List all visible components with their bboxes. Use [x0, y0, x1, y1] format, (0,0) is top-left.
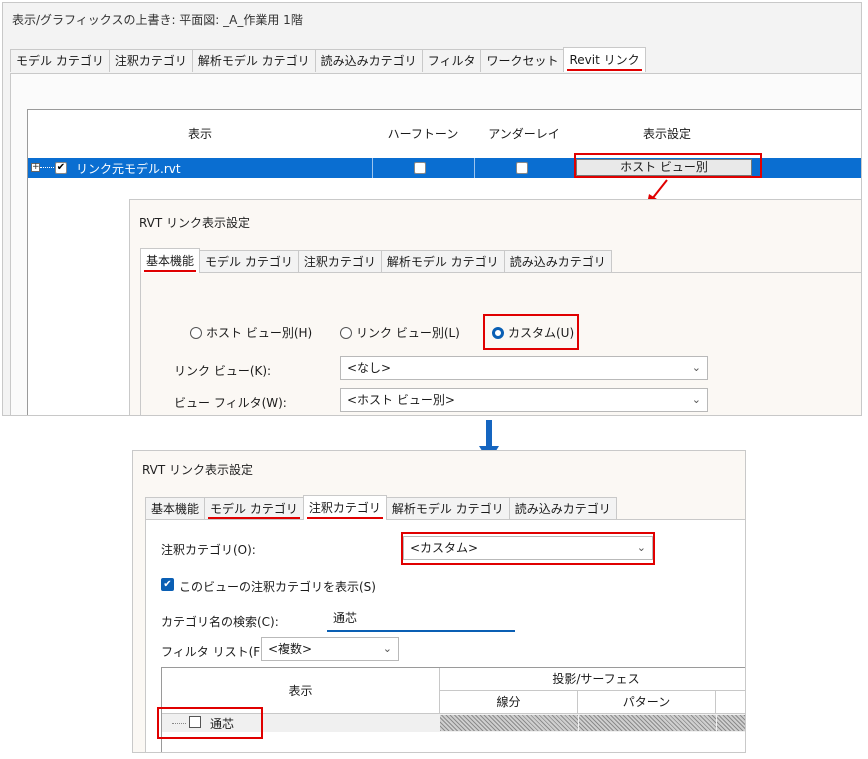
- link-visible-checkbox[interactable]: ✔: [55, 162, 67, 174]
- col-header-display: 表示: [28, 110, 373, 159]
- display-setting-button[interactable]: ホスト ビュー別: [576, 159, 752, 176]
- col-header-halftone: ハーフトーン: [372, 110, 475, 159]
- radio-circle-icon: [190, 327, 202, 339]
- annotation-grid: 表示 投影/サーフェス 線分 パターン 通芯: [161, 667, 745, 752]
- radio-custom[interactable]: カスタム(U): [492, 324, 574, 341]
- col-header-display-setting: 表示設定: [574, 110, 761, 159]
- dialog-tab-strip: 基本機能 モデル カテゴリ 注釈カテゴリ 解析モデル カテゴリ 読み込みカテゴリ: [145, 495, 617, 520]
- show-annotation-checkbox[interactable]: ✔: [161, 578, 174, 591]
- tab-model-category[interactable]: モデル カテゴリ: [204, 497, 304, 520]
- radio-circle-icon: [340, 327, 352, 339]
- show-annotation-label: このビューの注釈カテゴリを表示(S): [179, 580, 376, 594]
- radio-selected-icon: [492, 327, 504, 339]
- radio-linked-view[interactable]: リンク ビュー別(L): [340, 324, 460, 341]
- tab-analytical-model-category[interactable]: 解析モデル カテゴリ: [385, 497, 510, 520]
- table-row[interactable]: + ✔ リンク元モデル.rvt ホスト ビュー別: [28, 158, 861, 178]
- col-header-lines: 線分: [440, 691, 578, 714]
- rvt-link-dialog-annotation: RVT リンク表示設定 基本機能 モデル カテゴリ 注釈カテゴリ 解析モデル カ…: [132, 450, 746, 753]
- search-label: カテゴリ名の検索(C):: [161, 615, 279, 629]
- grid-line-visible-checkbox[interactable]: [189, 716, 201, 728]
- link-view-label: リンク ビュー(K):: [174, 364, 272, 378]
- dialog-title: RVT リンク表示設定: [139, 216, 251, 230]
- tab-model-category[interactable]: モデル カテゴリ: [199, 250, 299, 273]
- chevron-down-icon: ⌄: [382, 642, 392, 655]
- chevron-down-icon: ⌄: [636, 541, 646, 554]
- col-header-patterns: パターン: [578, 691, 716, 714]
- halftone-checkbox[interactable]: [414, 162, 426, 174]
- link-file-name: リンク元モデル.rvt: [76, 162, 181, 176]
- annotation-category-select[interactable]: <カスタム> ⌄: [403, 536, 653, 560]
- tab-revit-links[interactable]: Revit リンク: [563, 47, 646, 72]
- col-header-display: 表示: [162, 668, 440, 714]
- tab-imported-category[interactable]: 読み込みカテゴリ: [508, 497, 617, 520]
- underlay-checkbox[interactable]: [516, 162, 528, 174]
- view-filter-select[interactable]: <ホスト ビュー別> ⌄: [340, 388, 708, 412]
- tab-filters[interactable]: フィルタ: [421, 49, 482, 72]
- table-row[interactable]: 通芯: [162, 714, 745, 732]
- tab-basic[interactable]: 基本機能: [140, 248, 201, 273]
- filter-list-select[interactable]: <複数> ⌄: [261, 637, 399, 661]
- tab-analytical-model-category[interactable]: 解析モデル カテゴリ: [380, 250, 505, 273]
- dialog-tab-strip: 基本機能 モデル カテゴリ 注釈カテゴリ 解析モデル カテゴリ 読み込みカテゴリ: [140, 248, 612, 273]
- row-label: 通芯: [210, 717, 235, 731]
- tree-connector: [40, 167, 54, 168]
- tab-model-category[interactable]: モデル カテゴリ: [10, 49, 110, 72]
- chevron-down-icon: ⌄: [691, 361, 701, 374]
- lines-override-cell[interactable]: [440, 715, 578, 731]
- rvt-link-dialog-basic: RVT リンク表示設定 基本機能 モデル カテゴリ 注釈カテゴリ 解析モデル カ…: [129, 199, 861, 415]
- col-header-projection-surface: 投影/サーフェス: [440, 668, 745, 691]
- window-title: 表示/グラフィックスの上書き: 平面図: _A_作業用 1階: [12, 13, 303, 27]
- tab-strip: モデル カテゴリ 注釈カテゴリ 解析モデル カテゴリ 読み込みカテゴリ フィルタ…: [10, 47, 646, 72]
- visibility-graphics-window: 表示/グラフィックスの上書き: 平面図: _A_作業用 1階 モデル カテゴリ …: [2, 2, 862, 416]
- tree-connector: [172, 723, 186, 724]
- category-search-input[interactable]: 通芯: [327, 606, 515, 632]
- chevron-down-icon: ⌄: [691, 393, 701, 406]
- link-view-select[interactable]: <なし> ⌄: [340, 356, 708, 380]
- tab-annotation-category[interactable]: 注釈カテゴリ: [297, 250, 382, 273]
- tab-annotation-category[interactable]: 注釈カテゴリ: [302, 495, 387, 520]
- override-cell[interactable]: [717, 715, 745, 731]
- col-header-blank: [760, 110, 861, 159]
- col-header-underlay: アンダーレイ: [474, 110, 575, 159]
- patterns-override-cell[interactable]: [579, 715, 716, 731]
- expand-icon[interactable]: +: [31, 163, 40, 172]
- tab-imported-category[interactable]: 読み込みカテゴリ: [503, 250, 612, 273]
- view-filter-label: ビュー フィルタ(W):: [174, 396, 287, 410]
- annotation-category-label: 注釈カテゴリ(O):: [161, 543, 256, 557]
- tab-worksets[interactable]: ワークセット: [480, 49, 565, 72]
- tab-basic[interactable]: 基本機能: [145, 497, 206, 520]
- filter-list-label: フィルタ リスト(F):: [161, 645, 269, 659]
- radio-host-view[interactable]: ホスト ビュー別(H): [190, 324, 312, 341]
- tab-imported-category[interactable]: 読み込みカテゴリ: [314, 49, 423, 72]
- dialog-title: RVT リンク表示設定: [142, 463, 254, 477]
- tab-annotation-category[interactable]: 注釈カテゴリ: [108, 49, 193, 72]
- tab-analytical-model-category[interactable]: 解析モデル カテゴリ: [191, 49, 316, 72]
